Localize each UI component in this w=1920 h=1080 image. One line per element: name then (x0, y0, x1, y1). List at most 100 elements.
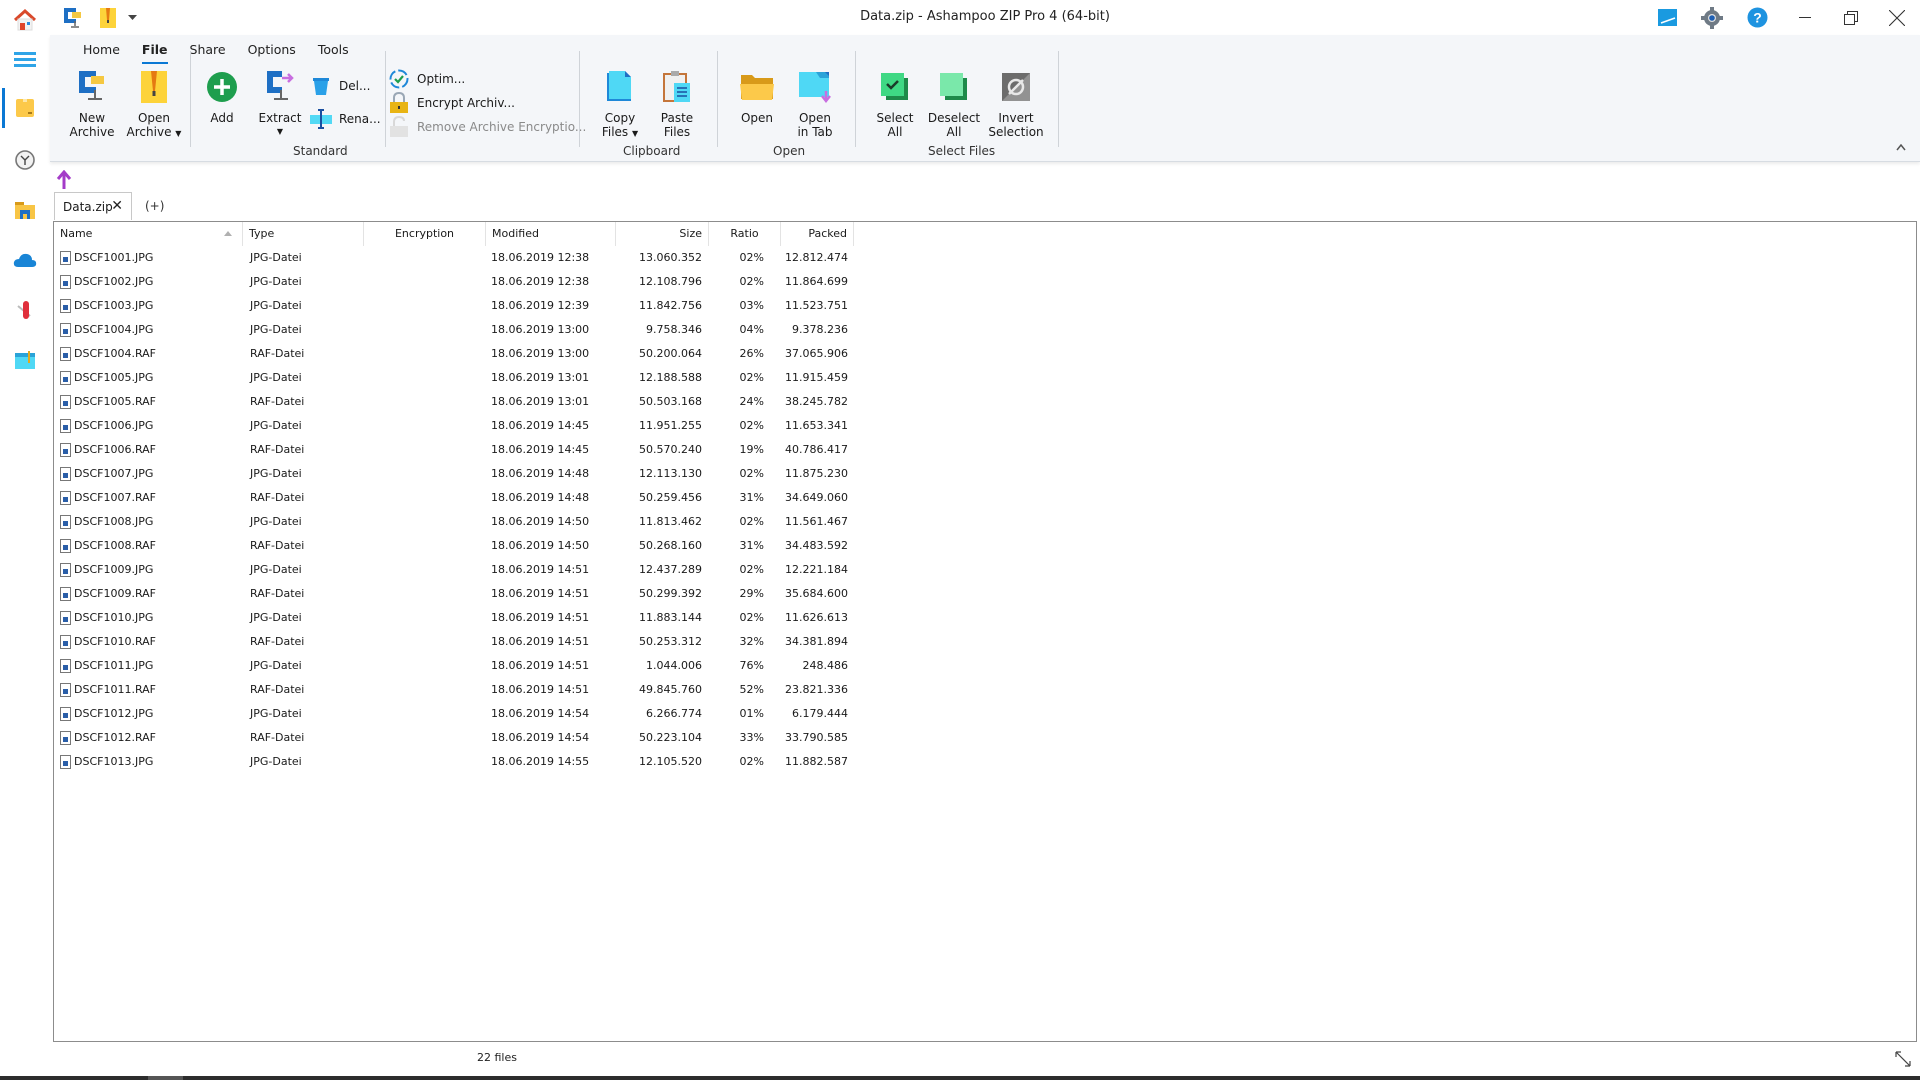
sidebar-item-tools[interactable] (0, 290, 50, 330)
table-row[interactable]: DSCF1010.JPG JPG-Datei 18.06.2019 14:51 11.… (54, 606, 854, 630)
close-tab-icon[interactable]: ✕ (111, 198, 123, 214)
doc-tab-data-zip[interactable]: Data.zip ✕ (54, 192, 132, 220)
image-file-icon (60, 323, 71, 337)
resize-grip[interactable] (1894, 1050, 1912, 1068)
open-in-tab-label-1: Open (798, 111, 832, 125)
column-header-type[interactable]: Type (243, 222, 364, 246)
extract-button[interactable]: Extract ▼ (255, 70, 305, 139)
cell-type: RAF-Datei (250, 443, 305, 456)
sidebar-item-recent[interactable] (0, 140, 50, 180)
invert-selection-button[interactable]: Invert Selection (986, 70, 1046, 139)
tab-share[interactable]: Share (179, 42, 237, 64)
cell-modified: 18.06.2019 14:51 (491, 659, 590, 672)
cell-name: DSCF1010.RAF (74, 635, 157, 648)
table-row[interactable]: DSCF1008.RAF RAF-Datei 18.06.2019 14:50 50.… (54, 534, 854, 558)
column-header-packed[interactable]: Packed (781, 222, 854, 246)
package-icon (16, 99, 34, 117)
sidebar-item-cloud[interactable] (0, 240, 50, 280)
copy-files-button[interactable]: Copy Files ▼ (595, 70, 645, 141)
restore-button[interactable] (1828, 0, 1874, 35)
tab-options[interactable]: Options (237, 42, 307, 64)
minimize-button[interactable] (1782, 0, 1828, 35)
open-label: Open (740, 111, 774, 125)
image-file-icon (60, 755, 71, 769)
paste-files-button[interactable]: Paste Files (652, 70, 702, 139)
sidebar-item-menu[interactable] (0, 40, 50, 80)
delete-button[interactable]: Del... (310, 75, 370, 97)
cell-modified: 18.06.2019 12:38 (491, 275, 590, 288)
table-row[interactable]: DSCF1012.RAF RAF-Datei 18.06.2019 14:54 50.… (54, 726, 854, 750)
rename-button[interactable]: Rena... (310, 108, 381, 130)
deselect-all-icon (940, 73, 967, 100)
table-row[interactable]: DSCF1003.JPG JPG-Datei 18.06.2019 12:39 11.… (54, 294, 854, 318)
open-archive-button[interactable]: Open Archive ▼ (124, 70, 184, 141)
encrypt-archive-button[interactable]: Encrypt Archiv... (388, 92, 515, 114)
table-row[interactable]: DSCF1001.JPG JPG-Datei 18.06.2019 12:38 13.… (54, 246, 854, 270)
table-row[interactable]: DSCF1011.RAF RAF-Datei 18.06.2019 14:51 49.… (54, 678, 854, 702)
remove-encryption-button[interactable]: Remove Archive Encryptio... (388, 116, 586, 138)
sidebar-item-screen[interactable] (0, 340, 50, 380)
table-row[interactable]: DSCF1004.JPG JPG-Datei 18.06.2019 13:00 9.7… (54, 318, 854, 342)
table-row[interactable]: DSCF1002.JPG JPG-Datei 18.06.2019 12:38 12.… (54, 270, 854, 294)
cell-ratio: 02% (739, 275, 764, 288)
cell-modified: 18.06.2019 14:54 (491, 731, 590, 744)
table-row[interactable]: DSCF1005.RAF RAF-Datei 18.06.2019 13:01 50.… (54, 390, 854, 414)
pen-tablet-button[interactable] (1644, 0, 1690, 35)
table-row[interactable]: DSCF1004.RAF RAF-Datei 18.06.2019 13:00 50.… (54, 342, 854, 366)
chevron-down-icon: ▼ (175, 129, 182, 138)
tab-tools[interactable]: Tools (307, 42, 360, 64)
table-row[interactable]: DSCF1009.JPG JPG-Datei 18.06.2019 14:51 12.… (54, 558, 854, 582)
open-button[interactable]: Open (732, 70, 782, 125)
image-file-icon (60, 539, 71, 553)
table-row[interactable]: DSCF1012.JPG JPG-Datei 18.06.2019 14:54 6.2… (54, 702, 854, 726)
table-row[interactable]: DSCF1013.JPG JPG-Datei 18.06.2019 14:55 12.… (54, 750, 854, 774)
column-header-encryption[interactable]: Encryption (364, 222, 486, 246)
select-all-button[interactable]: Select All (870, 70, 920, 139)
table-row[interactable]: DSCF1007.RAF RAF-Datei 18.06.2019 14:48 50.… (54, 486, 854, 510)
sidebar-item-explorer[interactable] (0, 190, 50, 230)
sidebar-item-archive[interactable] (0, 88, 50, 128)
column-header-size[interactable]: Size (616, 222, 709, 246)
add-tab-button[interactable]: (+) (145, 199, 164, 213)
column-header-modified[interactable]: Modified (486, 222, 616, 246)
collapse-ribbon-button[interactable] (1896, 141, 1906, 154)
table-row[interactable]: DSCF1008.JPG JPG-Datei 18.06.2019 14:50 11.… (54, 510, 854, 534)
table-row[interactable]: DSCF1006.RAF RAF-Datei 18.06.2019 14:45 50.… (54, 438, 854, 462)
close-button[interactable] (1874, 0, 1920, 35)
table-row[interactable]: DSCF1009.RAF RAF-Datei 18.06.2019 14:51 50.… (54, 582, 854, 606)
ribbon-separator (579, 51, 580, 147)
cell-name: DSCF1011.RAF (74, 683, 157, 696)
table-row[interactable]: DSCF1007.JPG JPG-Datei 18.06.2019 14:48 12.… (54, 462, 854, 486)
optimize-label: Optim... (417, 72, 466, 86)
cell-type: JPG-Datei (250, 419, 302, 432)
table-row[interactable]: DSCF1006.JPG JPG-Datei 18.06.2019 14:45 11.… (54, 414, 854, 438)
tab-home[interactable]: Home (72, 42, 131, 64)
sidebar-item-home[interactable] (0, 0, 50, 40)
help-button[interactable]: ? (1734, 0, 1780, 35)
optimize-button[interactable]: Optim... (388, 68, 465, 90)
cell-ratio: 19% (739, 443, 764, 456)
deselect-all-button[interactable]: Deselect All (924, 70, 984, 139)
cell-modified: 18.06.2019 14:45 (491, 443, 590, 456)
cell-size: 11.813.462 (639, 515, 702, 528)
cell-encryption (370, 750, 480, 774)
cell-modified: 18.06.2019 14:48 (491, 491, 590, 504)
column-header-name[interactable]: Name (54, 222, 243, 246)
image-file-icon (60, 563, 71, 577)
table-row[interactable]: DSCF1010.RAF RAF-Datei 18.06.2019 14:51 50.… (54, 630, 854, 654)
column-header-ratio[interactable]: Ratio (709, 222, 781, 246)
tab-file[interactable]: File (131, 42, 179, 64)
cell-packed: 11.915.459 (785, 371, 848, 384)
cell-name: DSCF1002.JPG (74, 275, 154, 288)
new-archive-button[interactable]: New Archive (67, 70, 117, 139)
cell-modified: 18.06.2019 13:00 (491, 347, 590, 360)
table-row[interactable]: DSCF1011.JPG JPG-Datei 18.06.2019 14:51 1.0… (54, 654, 854, 678)
cell-packed: 34.381.894 (785, 635, 848, 648)
navigate-up-button[interactable] (56, 169, 76, 192)
add-button[interactable]: Add (200, 70, 244, 125)
cell-type: JPG-Datei (250, 611, 302, 624)
settings-button[interactable] (1689, 0, 1735, 35)
cell-type: RAF-Datei (250, 539, 305, 552)
table-row[interactable]: DSCF1005.JPG JPG-Datei 18.06.2019 13:01 12.… (54, 366, 854, 390)
open-in-tab-button[interactable]: Open in Tab (790, 70, 840, 139)
